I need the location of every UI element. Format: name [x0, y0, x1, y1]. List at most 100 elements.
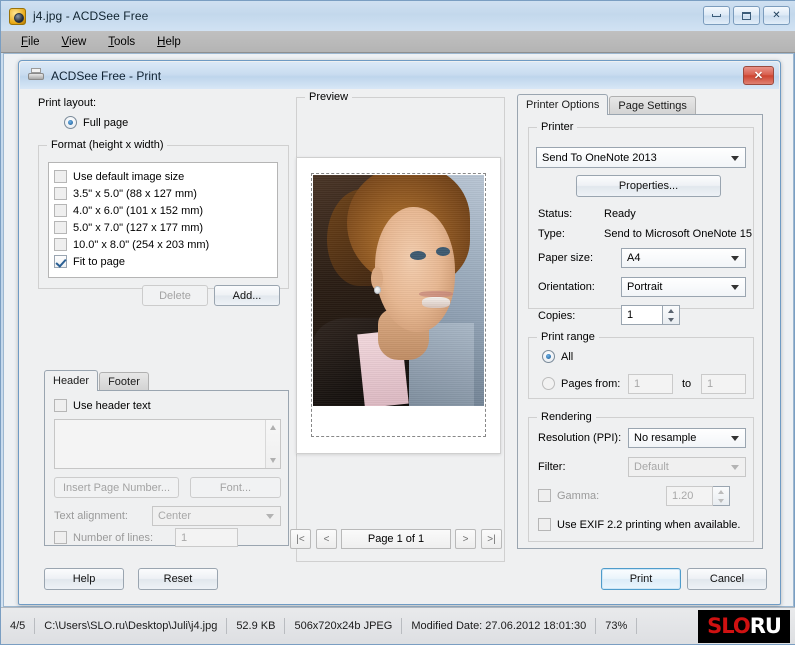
format-item-0[interactable]: Use default image size — [54, 168, 277, 185]
tab-page-settings[interactable]: Page Settings — [609, 96, 696, 115]
tab-header[interactable]: Header — [44, 370, 99, 391]
radio-full-page[interactable]: Full page — [64, 116, 128, 129]
gamma-spinner[interactable] — [713, 486, 730, 506]
camera-icon — [9, 7, 26, 25]
tab-footer[interactable]: Footer — [99, 372, 149, 391]
gamma-input[interactable]: 1.20 — [666, 486, 713, 506]
print-layout-label: Print layout: — [38, 97, 97, 109]
status-modified-date: Modified Date: 27.06.2012 18:01:30 — [411, 620, 587, 632]
pages-to-input[interactable]: 1 — [701, 374, 746, 394]
menu-item-help[interactable]: Help — [147, 33, 191, 51]
properties-button-label: Properties... — [618, 180, 679, 192]
radio-pages-from[interactable]: Pages from: — [542, 377, 620, 390]
tab-footer-label: Footer — [108, 376, 140, 388]
menu-bar: File View Tools Help — [1, 31, 795, 53]
close-button[interactable]: ✕ — [763, 6, 790, 25]
delete-button[interactable]: Delete — [142, 285, 208, 306]
dialog-title-bar: ACDSee Free - Print ✕ — [20, 62, 779, 89]
copies-spinner-down[interactable] — [663, 315, 679, 324]
font-button[interactable]: Font... — [190, 477, 281, 498]
format-item-5[interactable]: Fit to page — [54, 253, 277, 270]
printer-icon — [28, 68, 44, 83]
preview-page[interactable] — [296, 157, 501, 454]
chevron-down-icon — [731, 256, 739, 261]
tab-page-settings-label: Page Settings — [618, 100, 687, 112]
checkbox-gamma[interactable]: Gamma: — [538, 489, 599, 502]
format-item-1[interactable]: 3.5" x 5.0" (88 x 127 mm) — [54, 185, 277, 202]
add-button-label: Add... — [232, 289, 262, 302]
menu-item-tools[interactable]: Tools — [98, 33, 145, 51]
to-label: to — [682, 378, 692, 390]
header-text-area[interactable] — [54, 419, 281, 469]
client-area: ACDSee Free - Print ✕ Print layout: Full… — [3, 53, 794, 607]
paper-size-combo[interactable]: A4 — [621, 248, 746, 268]
format-list[interactable]: Use default image size 3.5" x 5.0" (88 x… — [48, 162, 278, 278]
status-divider — [636, 618, 638, 634]
format-item-4[interactable]: 10.0" x 8.0" (254 x 203 mm) — [54, 236, 277, 253]
close-icon: ✕ — [753, 70, 764, 82]
reset-button[interactable]: Reset — [138, 568, 218, 590]
menu-tools-rest: ools — [114, 35, 136, 48]
print-range-group-title: Print range — [537, 331, 599, 343]
maximize-button[interactable] — [733, 6, 760, 25]
copies-input[interactable]: 1 — [621, 305, 663, 325]
gamma-spinner-down[interactable] — [713, 496, 729, 505]
reset-button-label: Reset — [163, 573, 193, 585]
orientation-label: Orientation: — [538, 281, 595, 293]
format-item-2[interactable]: 4.0" x 6.0" (101 x 152 mm) — [54, 202, 277, 219]
dialog-title: ACDSee Free - Print — [51, 68, 162, 83]
arrow-up-icon — [718, 489, 724, 494]
application-window: j4.jpg - ACDSee Free ✕ File View Tools H… — [0, 0, 795, 645]
prev-page-button[interactable]: < — [316, 529, 337, 549]
checkbox-indicator — [538, 489, 551, 502]
checkbox-use-exif[interactable]: Use EXIF 2.2 printing when available. — [538, 518, 740, 531]
next-page-button[interactable]: > — [455, 529, 476, 549]
checkbox-use-header-text[interactable]: Use header text — [54, 399, 151, 412]
gamma-spinner-up[interactable] — [713, 487, 729, 496]
gamma-value: 1.20 — [672, 490, 694, 502]
pages-from-input[interactable]: 1 — [628, 374, 673, 394]
print-button-label: Print — [629, 573, 653, 585]
filter-combo[interactable]: Default — [628, 457, 746, 477]
checkbox-number-of-lines[interactable]: Number of lines: — [54, 531, 153, 544]
format-item-3[interactable]: 5.0" x 7.0" (127 x 177 mm) — [54, 219, 277, 236]
radio-all[interactable]: All — [542, 350, 573, 363]
window-controls: ✕ — [703, 6, 790, 25]
resolution-combo[interactable]: No resample — [628, 428, 746, 448]
help-button[interactable]: Help — [44, 568, 124, 590]
pages-from-value: 1 — [634, 378, 641, 390]
page-indicator-label: Page 1 of 1 — [367, 533, 425, 545]
copies-spinner-up[interactable] — [663, 306, 679, 315]
chevron-down-icon — [731, 155, 739, 161]
last-page-button[interactable]: >| — [481, 529, 502, 549]
number-of-lines-input[interactable]: 1 — [175, 528, 238, 547]
menu-file-rest: ile — [28, 35, 40, 48]
copies-spinner[interactable] — [663, 305, 680, 325]
tab-header-label: Header — [53, 375, 90, 387]
gamma-label: Gamma: — [557, 489, 600, 502]
minimize-icon — [712, 14, 721, 17]
format-item-label: 4.0" x 6.0" (101 x 152 mm) — [73, 204, 204, 217]
radio-indicator — [64, 116, 77, 129]
minimize-button[interactable] — [703, 6, 730, 25]
menu-item-file[interactable]: File — [11, 33, 50, 51]
preview-photo — [313, 175, 484, 406]
dialog-close-button[interactable]: ✕ — [743, 66, 774, 85]
properties-button[interactable]: Properties... — [576, 175, 721, 197]
paper-size-value: A4 — [627, 252, 641, 264]
tab-printer-options[interactable]: Printer Options — [517, 94, 609, 115]
orientation-combo[interactable]: Portrait — [621, 277, 746, 297]
add-button[interactable]: Add... — [214, 285, 280, 306]
format-item-label: Use default image size — [73, 170, 185, 183]
header-text-scrollbar[interactable] — [265, 420, 280, 468]
text-alignment-combo[interactable]: Center — [152, 506, 281, 526]
insert-page-number-button[interactable]: Insert Page Number... — [54, 477, 179, 498]
print-button[interactable]: Print — [601, 568, 681, 590]
checkbox-indicator — [54, 399, 67, 412]
first-page-button[interactable]: |< — [290, 529, 311, 549]
menu-item-view[interactable]: View — [52, 33, 97, 51]
watermark-ru: RU — [749, 614, 782, 638]
printer-combo[interactable]: Send To OneNote 2013 — [536, 147, 746, 168]
number-of-lines-label: Number of lines: — [73, 531, 154, 544]
cancel-button[interactable]: Cancel — [687, 568, 767, 590]
